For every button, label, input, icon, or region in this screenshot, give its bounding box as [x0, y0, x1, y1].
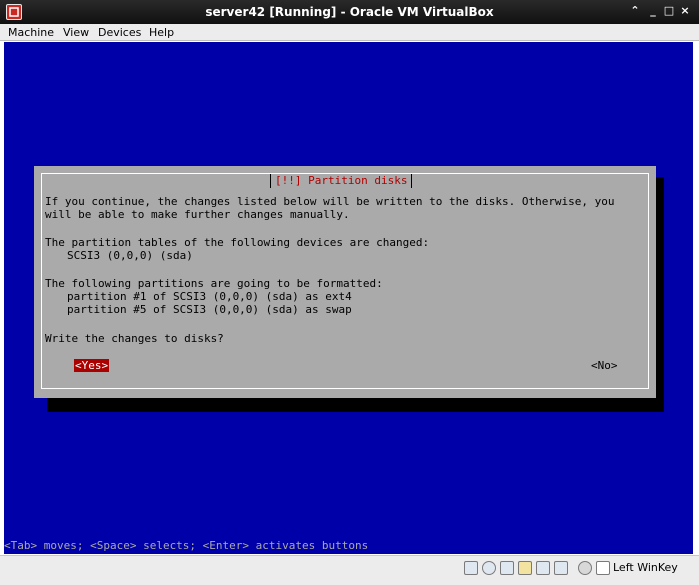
changed-device: SCSI3 (0,0,0) (sda) — [67, 249, 193, 262]
close-button[interactable]: × — [677, 3, 693, 19]
menu-machine[interactable]: Machine — [8, 26, 54, 39]
format-heading: The following partitions are going to be… — [45, 277, 383, 290]
hard-disk-icon[interactable] — [464, 561, 478, 575]
host-key-icon — [596, 561, 610, 575]
dialog-title: [!!] Partition disks — [270, 174, 413, 188]
usb-icon[interactable] — [500, 561, 514, 575]
partition-1-line: partition #1 of SCSI3 (0,0,0) (sda) as e… — [67, 290, 352, 303]
confirm-question: Write the changes to disks? — [45, 332, 224, 345]
window-title: server42 [Running] - Oracle VM VirtualBo… — [205, 5, 494, 19]
video-capture-icon[interactable] — [554, 561, 568, 575]
no-button[interactable]: <No> — [590, 359, 619, 372]
keyboard-help-line: <Tab> moves; <Space> selects; <Enter> ac… — [4, 539, 369, 552]
yes-button[interactable]: <Yes> — [74, 359, 110, 372]
partition-5-line: partition #5 of SCSI3 (0,0,0) (sda) as s… — [67, 303, 352, 316]
menu-bar: Machine View Devices Help — [0, 24, 699, 41]
minimize-button[interactable]: _ — [645, 3, 661, 19]
status-bar: Left WinKey — [0, 555, 699, 585]
menu-view[interactable]: View — [63, 26, 89, 39]
vm-display[interactable]: [!!] Partition disks If you continue, th… — [4, 42, 693, 554]
intro-line-2: will be able to make further changes man… — [45, 208, 350, 221]
host-key-label: Left WinKey — [613, 561, 678, 574]
window-titlebar[interactable]: server42 [Running] - Oracle VM VirtualBo… — [0, 0, 699, 24]
tables-heading: The partition tables of the following de… — [45, 236, 430, 249]
display-icon[interactable] — [536, 561, 550, 575]
menu-devices[interactable]: Devices — [98, 26, 141, 39]
optical-drive-icon[interactable] — [482, 561, 496, 575]
shared-folders-icon[interactable] — [518, 561, 532, 575]
maximize-button[interactable]: □ — [661, 3, 677, 19]
menu-help[interactable]: Help — [149, 26, 174, 39]
mouse-integration-icon[interactable] — [578, 561, 592, 575]
keep-above-icon[interactable]: ⌃ — [627, 3, 643, 19]
partition-disks-dialog: [!!] Partition disks If you continue, th… — [34, 166, 656, 398]
intro-line-1: If you continue, the changes listed belo… — [45, 195, 615, 208]
